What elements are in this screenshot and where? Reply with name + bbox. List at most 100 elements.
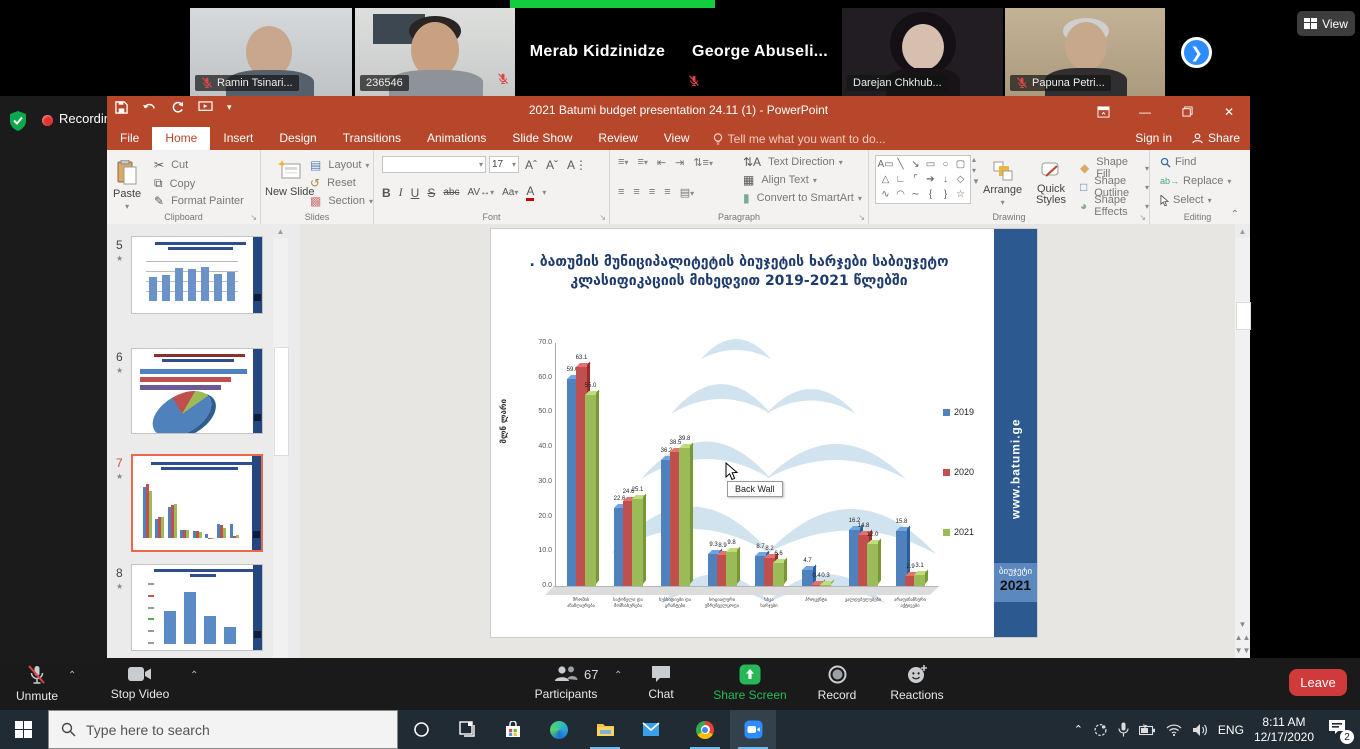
slide-thumbnail-7[interactable]: [131, 454, 263, 552]
sign-in-link[interactable]: Sign in: [1135, 131, 1172, 145]
convert-smartart-button[interactable]: ▮Convert to SmartArt▾: [740, 191, 862, 205]
close-button[interactable]: ✕: [1208, 96, 1250, 127]
section-button[interactable]: ▩Section▾: [307, 194, 373, 208]
tab-view[interactable]: View: [651, 127, 703, 150]
store-button[interactable]: [490, 710, 536, 749]
start-button[interactable]: [0, 710, 46, 749]
share-button[interactable]: Share: [1192, 131, 1240, 145]
next-slide-button[interactable]: ▼▼: [1235, 646, 1251, 655]
wifi-tray-icon[interactable]: [1166, 723, 1182, 736]
change-case-button[interactable]: Aa▾: [502, 187, 518, 198]
video-options-caret[interactable]: ⌃: [190, 670, 198, 681]
text-direction-button[interactable]: ⇅AText Direction▾: [740, 155, 843, 169]
strikethrough-button[interactable]: abc: [443, 187, 459, 198]
tab-review[interactable]: Review: [585, 127, 650, 150]
character-spacing-button[interactable]: AV↔▾: [467, 187, 494, 198]
stop-video-button[interactable]: Stop Video: [102, 664, 178, 701]
scroll-down-icon[interactable]: ▼: [1239, 620, 1247, 629]
slide-canvas[interactable]: . ბათუმის მუნიციპალიტეტის ბიუჯეტის ხარჯე…: [491, 229, 1037, 637]
share-screen-button[interactable]: Share Screen: [702, 664, 798, 702]
thumb-scroll-up-icon[interactable]: ▲: [273, 224, 288, 238]
next-participants-button[interactable]: ❯: [1181, 37, 1212, 68]
bar-2021[interactable]: 39.8: [679, 448, 690, 586]
clipboard-dialog-launcher[interactable]: ↘: [250, 213, 257, 222]
taskbar-clock[interactable]: 8:11 AM 12/17/2020: [1254, 715, 1314, 745]
justify-button[interactable]: ≡: [664, 186, 670, 199]
decrease-indent-button[interactable]: ⇤: [657, 156, 666, 169]
bar-2021[interactable]: 6.6: [773, 563, 784, 586]
drawing-dialog-launcher[interactable]: ↘: [1139, 213, 1146, 222]
cut-button[interactable]: ✂Cut: [151, 158, 188, 172]
layout-button[interactable]: ▤Layout▾: [307, 158, 369, 172]
mic-tray-icon[interactable]: [1118, 722, 1129, 737]
grow-font-button[interactable]: Aˆ: [522, 158, 540, 172]
cortana-button[interactable]: [398, 710, 444, 749]
participant-name-tile[interactable]: George Abuseli...: [680, 8, 840, 96]
participant-video-tile[interactable]: 236546: [355, 8, 515, 96]
bar-2021[interactable]: 55.0: [585, 395, 596, 586]
shadow-button[interactable]: S: [427, 186, 435, 200]
task-view-button[interactable]: [444, 710, 490, 749]
chrome-button[interactable]: [682, 710, 728, 749]
collapse-ribbon-button[interactable]: ⌃: [1231, 209, 1239, 220]
thumbnails-scrollbar[interactable]: ▲: [273, 224, 288, 658]
underline-button[interactable]: U: [411, 186, 420, 200]
onedrive-tray-icon[interactable]: [1093, 723, 1108, 737]
align-text-button[interactable]: ▦Align Text▾: [740, 173, 817, 187]
align-center-button[interactable]: ≡: [633, 186, 639, 199]
replace-button[interactable]: ab→Replace▾: [1160, 175, 1231, 187]
align-right-button[interactable]: ≡: [649, 186, 655, 199]
slide-title[interactable]: . ბათუმის მუნიციპალიტეტის ბიუჯეტის ხარჯე…: [501, 253, 977, 291]
clear-formatting-button[interactable]: A⋮: [564, 158, 590, 172]
edge-button[interactable]: [536, 710, 582, 749]
action-center-button[interactable]: 2: [1328, 719, 1346, 740]
participant-video-tile[interactable]: Papuna Petri...: [1005, 8, 1165, 96]
bar-chart[interactable]: 59.663.155.0შრომის ანაზღაურება22.624.625…: [555, 343, 934, 586]
tab-slide-show[interactable]: Slide Show: [499, 127, 585, 150]
tab-design[interactable]: Design: [266, 127, 329, 150]
slide-thumbnail-8[interactable]: [131, 564, 263, 651]
bar-2021[interactable]: 3.1: [914, 575, 925, 586]
restore-button[interactable]: [1166, 96, 1208, 127]
thumb-scroll-thumb[interactable]: [274, 347, 289, 456]
font-dialog-launcher[interactable]: ↘: [599, 213, 606, 222]
format-painter-button[interactable]: ✎Format Painter: [151, 194, 244, 208]
participant-video-tile[interactable]: Ramin Tsinari...: [190, 8, 352, 96]
bold-button[interactable]: B: [382, 186, 391, 200]
battery-tray-icon[interactable]: [1139, 724, 1156, 736]
shapes-scroll[interactable]: ▴▾▼: [972, 155, 980, 186]
slide-thumbnail-5[interactable]: [131, 236, 263, 314]
increase-indent-button[interactable]: ⇥: [675, 156, 684, 169]
align-left-button[interactable]: ≡: [618, 186, 624, 199]
copy-button[interactable]: ⧉Copy: [151, 176, 195, 191]
italic-button[interactable]: I: [399, 185, 403, 200]
scroll-thumb[interactable]: [1236, 302, 1251, 330]
taskbar-search[interactable]: Type here to search: [48, 710, 398, 749]
scroll-up-icon[interactable]: ▲: [1235, 224, 1250, 238]
previous-slide-button[interactable]: ▲▲: [1235, 633, 1251, 642]
line-spacing-button[interactable]: ⇅≡▾: [693, 156, 713, 169]
unmute-button[interactable]: Unmute: [16, 664, 58, 703]
record-button[interactable]: Record: [812, 664, 862, 702]
font-color-button[interactable]: A: [526, 184, 534, 201]
quick-styles-button[interactable]: Quick Styles: [1031, 154, 1071, 206]
numbering-button[interactable]: ≡▾: [637, 156, 647, 169]
mail-button[interactable]: [628, 710, 674, 749]
font-size-input[interactable]: 17▾: [489, 156, 519, 173]
leave-button[interactable]: Leave: [1289, 669, 1347, 696]
tab-transitions[interactable]: Transitions: [330, 127, 414, 150]
chat-button[interactable]: Chat: [638, 664, 684, 701]
tray-expand-chevron[interactable]: ⌃: [1074, 723, 1083, 736]
paste-button[interactable]: Paste▾: [113, 154, 141, 211]
shrink-font-button[interactable]: Aˇ: [543, 158, 561, 172]
audio-options-caret[interactable]: ⌃: [68, 670, 76, 681]
tab-insert[interactable]: Insert: [210, 127, 266, 150]
shapes-gallery[interactable]: A▭╲↘▭○▢ △∟⌜➔↓◇ ∿◠∼{}☆: [875, 155, 971, 204]
file-explorer-button[interactable]: [582, 710, 628, 749]
bullets-button[interactable]: ≡▾: [618, 156, 628, 169]
tab-file[interactable]: File: [107, 127, 152, 150]
arrange-button[interactable]: Arrange▾: [983, 154, 1022, 207]
slide-thumbnail-6[interactable]: [131, 348, 263, 434]
bar-2021[interactable]: 12.0: [867, 544, 878, 586]
tab-animations[interactable]: Animations: [414, 127, 499, 150]
